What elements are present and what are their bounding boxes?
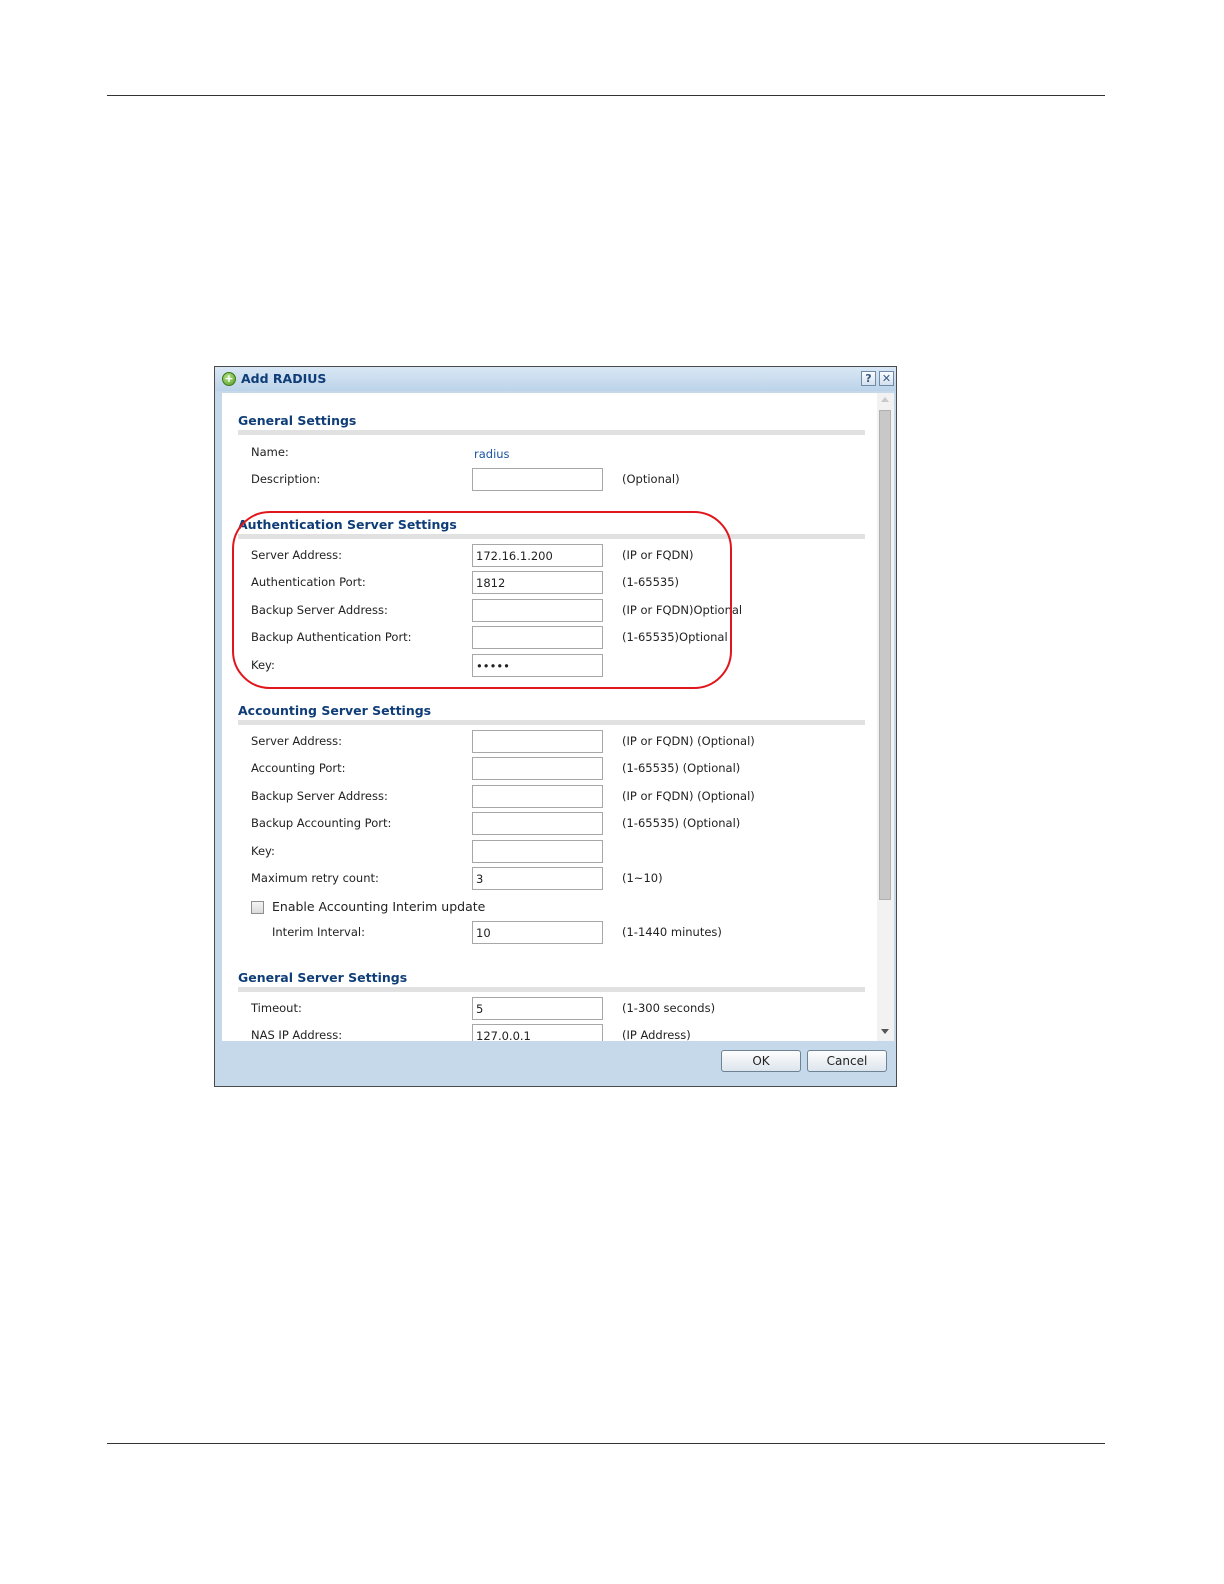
section-divider [238, 720, 865, 725]
name-value: radius [474, 447, 510, 461]
vertical-scrollbar[interactable] [877, 393, 894, 1041]
nas-ip-address-input[interactable]: 127.0.0.1 [472, 1024, 603, 1041]
dialog-title: Add RADIUS [241, 371, 327, 386]
scroll-down-icon[interactable] [881, 1029, 889, 1034]
cancel-button[interactable]: Cancel [807, 1050, 887, 1072]
enable-interim-update-label: Enable Accounting Interim update [272, 899, 486, 914]
acct-server-address-hint: (IP or FQDN) (Optional) [622, 734, 755, 748]
auth-backup-server-address-label: Backup Server Address: [251, 603, 388, 617]
auth-server-address-label: Server Address: [251, 548, 343, 562]
nas-ip-address-hint: (IP Address) [622, 1028, 691, 1041]
timeout-label: Timeout: [251, 1001, 302, 1015]
section-divider [238, 430, 865, 435]
acct-port-label: Accounting Port: [251, 761, 346, 775]
auth-key-label: Key: [251, 658, 275, 672]
description-hint: (Optional) [622, 472, 680, 486]
ok-button[interactable]: OK [721, 1050, 801, 1072]
page-header-rule [107, 95, 1105, 96]
auth-backup-server-address-hint: (IP or FQDN)Optional [622, 603, 743, 617]
auth-key-input[interactable]: ••••• [472, 654, 603, 677]
auth-server-address-hint: (IP or FQDN) [622, 548, 694, 562]
backup-acct-port-input[interactable] [472, 812, 603, 835]
scrollbar-thumb[interactable] [879, 410, 891, 900]
backup-auth-port-input[interactable] [472, 626, 603, 649]
dialog-titlebar: + Add RADIUS ? ✕ [215, 367, 896, 391]
max-retry-count-label: Maximum retry count: [251, 871, 379, 885]
auth-port-input[interactable]: 1812 [472, 571, 603, 594]
timeout-hint: (1-300 seconds) [622, 1001, 716, 1015]
accounting-server-settings-title: Accounting Server Settings [238, 703, 432, 718]
enable-interim-update-checkbox[interactable] [251, 901, 264, 914]
acct-key-label: Key: [251, 844, 275, 858]
acct-backup-server-address-hint: (IP or FQDN) (Optional) [622, 789, 755, 803]
interim-interval-hint: (1-1440 minutes) [622, 925, 722, 939]
general-server-settings-title: General Server Settings [238, 970, 408, 985]
scroll-up-icon[interactable] [881, 397, 889, 402]
description-label: Description: [251, 472, 321, 486]
auth-backup-server-address-input[interactable] [472, 599, 603, 622]
backup-acct-port-label: Backup Accounting Port: [251, 816, 392, 830]
backup-auth-port-hint: (1-65535)Optional [622, 630, 728, 644]
auth-server-address-input[interactable]: 172.16.1.200 [472, 544, 603, 567]
general-settings-title: General Settings [238, 413, 357, 428]
name-label: Name: [251, 445, 289, 459]
backup-auth-port-label: Backup Authentication Port: [251, 630, 412, 644]
acct-port-input[interactable] [472, 757, 603, 780]
max-retry-count-input[interactable]: 3 [472, 867, 603, 890]
section-divider [238, 534, 865, 539]
plus-circle-icon: + [222, 372, 236, 386]
auth-port-hint: (1-65535) [622, 575, 680, 589]
interim-interval-label: Interim Interval: [272, 925, 365, 939]
acct-server-address-label: Server Address: [251, 734, 343, 748]
add-radius-dialog: + Add RADIUS ? ✕ General Settings Name: … [214, 366, 897, 1087]
close-icon[interactable]: ✕ [879, 371, 894, 386]
section-divider [238, 987, 865, 992]
description-input[interactable] [472, 468, 603, 491]
acct-port-hint: (1-65535) (Optional) [622, 761, 741, 775]
nas-ip-address-label: NAS IP Address: [251, 1028, 343, 1041]
interim-interval-input[interactable]: 10 [472, 921, 603, 944]
auth-server-settings-title: Authentication Server Settings [238, 517, 457, 532]
acct-key-input[interactable] [472, 840, 603, 863]
auth-port-label: Authentication Port: [251, 575, 366, 589]
help-icon[interactable]: ? [861, 371, 876, 386]
max-retry-count-hint: (1~10) [622, 871, 663, 885]
page-footer-rule [107, 1443, 1105, 1444]
dialog-content: General Settings Name: radius Descriptio… [222, 393, 877, 1041]
acct-backup-server-address-input[interactable] [472, 785, 603, 808]
acct-server-address-input[interactable] [472, 730, 603, 753]
backup-acct-port-hint: (1-65535) (Optional) [622, 816, 741, 830]
timeout-input[interactable]: 5 [472, 997, 603, 1020]
acct-backup-server-address-label: Backup Server Address: [251, 789, 388, 803]
